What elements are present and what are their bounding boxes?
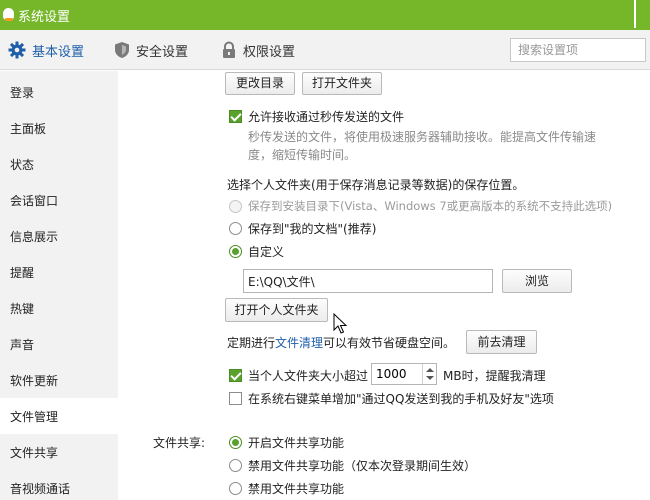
browse-button[interactable]: 浏览 [502, 269, 572, 293]
size-warning-checkbox[interactable] [229, 369, 242, 382]
sidebar-item-status[interactable]: 状态 [0, 146, 118, 182]
sidebar: 登录 主面板 状态 会话窗口 信息展示 提醒 热键 声音 软件更新 文件管理 文… [0, 71, 118, 500]
size-limit-input[interactable] [372, 364, 418, 384]
title-bar: 系统设置 [0, 0, 650, 30]
tab-permission-settings[interactable]: 权限设置 [221, 30, 295, 70]
sharing-disable-session-radio[interactable] [229, 459, 242, 472]
stepper-up-icon[interactable] [426, 368, 434, 372]
tab-basic-label: 基本设置 [32, 44, 85, 60]
sidebar-item-label: 音视频通话 [10, 481, 71, 496]
file-sharing-label: 文件共享: [153, 436, 206, 450]
sidebar-item-label: 会话窗口 [10, 193, 59, 208]
stepper-arrows[interactable] [422, 364, 436, 384]
file-cleanup-link[interactable]: 文件清理 [275, 336, 323, 350]
sidebar-item-label: 文件共享 [10, 445, 59, 460]
sidebar-item-label: 信息展示 [10, 229, 59, 244]
allow-flash-transfer-checkbox[interactable] [229, 110, 242, 123]
settings-content: 更改目录 打开文件夹 允许接收通过秒传发送的文件 秒传发送的文件，将使用极速服务… [118, 71, 650, 500]
sidebar-item-sound[interactable]: 声音 [0, 326, 118, 362]
cleanup-hint: 定期进行文件清理可以有效节省硬盘空间。 [227, 334, 455, 351]
sidebar-item-file-management[interactable]: 文件管理 [0, 398, 118, 434]
sidebar-item-reminder[interactable]: 提醒 [0, 254, 118, 290]
sidebar-item-label: 提醒 [10, 265, 35, 280]
tab-permission-label: 权限设置 [243, 44, 296, 60]
window-title: 系统设置 [18, 9, 71, 25]
sidebar-item-label: 软件更新 [10, 373, 59, 388]
sidebar-item-av-call[interactable]: 音视频通话 [0, 470, 118, 500]
search-input[interactable] [510, 38, 646, 62]
save-my-documents-radio[interactable] [229, 222, 242, 235]
sharing-enable-radio[interactable] [229, 436, 242, 449]
size-limit-stepper[interactable] [371, 363, 437, 385]
tab-security-label: 安全设置 [136, 44, 189, 60]
flash-transfer-description-line1: 秒传发送的文件，将使用极速服务器辅助接收。能提高文件传输速 [248, 130, 597, 144]
open-personal-folder-button[interactable]: 打开个人文件夹 [225, 298, 328, 322]
context-menu-checkbox[interactable] [229, 392, 242, 405]
context-menu-label: 在系统右键菜单增加"通过QQ发送到我的手机及好友"选项 [248, 392, 554, 406]
sidebar-item-label: 登录 [10, 85, 35, 100]
sidebar-item-chat-window[interactable]: 会话窗口 [0, 182, 118, 218]
flash-transfer-description-line2: 度，缩短传输时间。 [248, 148, 357, 162]
sharing-enable-label: 开启文件共享功能 [248, 436, 345, 450]
window-edge [634, 0, 650, 28]
sharing-disable-radio[interactable] [229, 482, 242, 495]
stepper-down-icon[interactable] [426, 376, 434, 380]
save-custom-radio[interactable] [229, 245, 242, 258]
cleanup-suffix: 可以有效节省硬盘空间。 [323, 336, 456, 350]
select-folder-label: 选择个人文件夹(用于保存消息记录等数据)的保存位置。 [227, 178, 525, 192]
sharing-disable-session-label: 禁用文件共享功能（仅本次登录期间生效） [248, 459, 477, 473]
sidebar-item-login[interactable]: 登录 [0, 74, 118, 110]
qq-penguin-icon [2, 7, 16, 23]
open-folder-button[interactable]: 打开文件夹 [302, 72, 382, 95]
allow-flash-transfer-label: 允许接收通过秒传发送的文件 [248, 110, 405, 124]
sidebar-item-hotkey[interactable]: 热键 [0, 290, 118, 326]
size-warning-suffix: MB时，提醒我清理 [443, 369, 546, 383]
mouse-cursor-icon [333, 313, 348, 334]
save-custom-label: 自定义 [248, 245, 285, 259]
cleanup-prefix: 定期进行 [227, 336, 276, 350]
sidebar-item-file-sharing[interactable]: 文件共享 [0, 434, 118, 470]
sidebar-item-main-panel[interactable]: 主面板 [0, 110, 118, 146]
sidebar-item-software-update[interactable]: 软件更新 [0, 362, 118, 398]
change-directory-button[interactable]: 更改目录 [225, 72, 295, 95]
sidebar-item-label: 声音 [10, 337, 35, 352]
lock-icon [223, 41, 235, 58]
size-warning-prefix: 当个人文件夹大小超过 [248, 369, 369, 383]
tab-basic-settings[interactable]: 基本设置 [8, 30, 84, 70]
sidebar-item-label: 热键 [10, 301, 35, 316]
custom-path-field[interactable] [243, 269, 493, 293]
sidebar-item-label: 主面板 [10, 121, 47, 136]
sidebar-item-label: 状态 [10, 157, 35, 172]
shield-icon [115, 42, 129, 58]
save-install-dir-label: 保存到安装目录下(Vista、Windows 7或更高版本的系统不支持此选项) [248, 199, 613, 213]
go-cleanup-button[interactable]: 前去清理 [466, 330, 537, 354]
save-install-dir-radio [229, 200, 242, 213]
sharing-disable-label: 禁用文件共享功能 [248, 482, 345, 496]
save-my-documents-label: 保存到"我的文档"(推荐) [248, 222, 377, 236]
sidebar-item-label: 文件管理 [10, 409, 59, 424]
gear-icon [8, 41, 26, 59]
tab-security-settings[interactable]: 安全设置 [114, 30, 188, 70]
sidebar-item-info-display[interactable]: 信息展示 [0, 218, 118, 254]
